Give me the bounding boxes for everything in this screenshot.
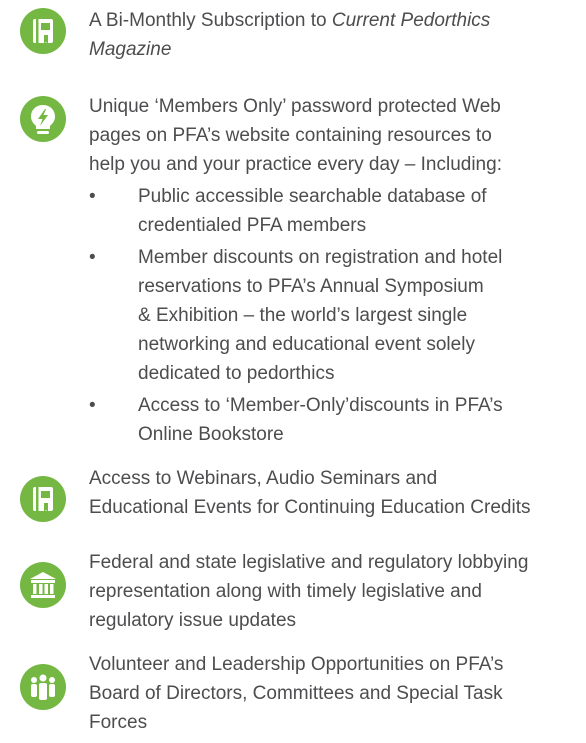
members-only-resources-list: • Public accessible searchable database o… [89,182,584,452]
bullet-icon: • [89,247,96,268]
benefit-members-only-text: Unique ‘Members Only’ password protected… [89,96,502,175]
lightbulb-icon [20,96,66,142]
bullet-icon: • [89,395,96,416]
list-item: • Public accessible searchable database o… [89,182,584,240]
list-item: • Member discounts on registration and ho… [89,243,584,388]
benefit-volunteer-text: Volunteer and Leadership Opportunities o… [89,654,504,733]
list-item: • Access to ‘Member-Only’discounts in PFA… [89,391,584,449]
people-group-icon [20,664,66,710]
list-item-text: Member discounts on registration and hot… [138,247,503,384]
book-icon [20,476,66,522]
list-item-text: Public accessible searchable database of… [138,186,487,236]
benefit-magazine-text-prefix: A Bi-Monthly Subscription to [89,10,332,31]
benefit-legislative-text: Federal and state legislative and regula… [89,552,529,631]
benefit-magazine-text: A Bi-Monthly Subscription to Current Ped… [89,6,584,64]
book-icon [20,8,66,54]
capitol-building-icon [20,562,66,608]
bullet-icon: • [89,186,96,207]
list-item-text: Access to ‘Member-Only’discounts in PFA’… [138,395,503,445]
benefit-education-text: Access to Webinars, Audio Seminars and E… [89,468,531,518]
